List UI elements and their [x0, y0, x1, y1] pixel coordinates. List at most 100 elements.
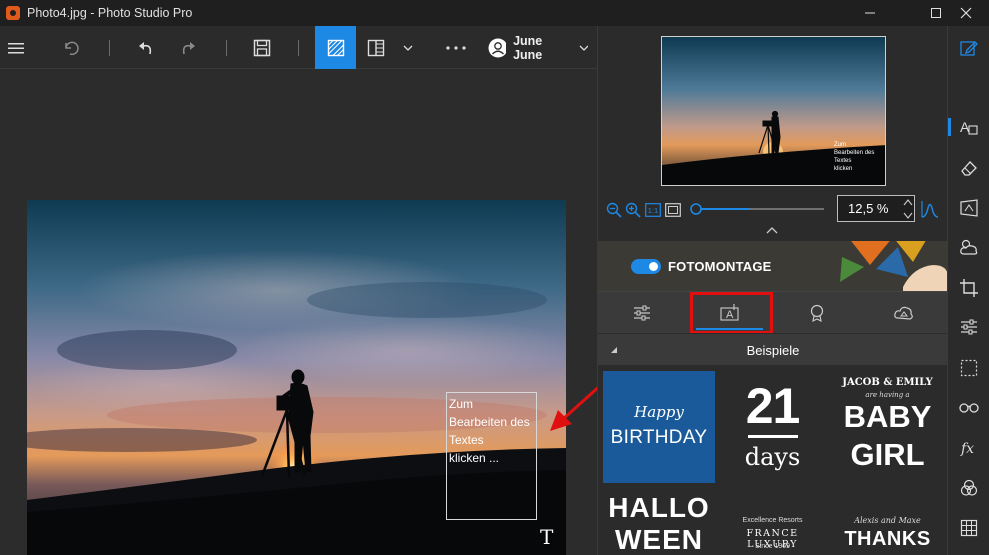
eraser-icon: [961, 161, 977, 176]
menu-button[interactable]: [0, 26, 32, 69]
example-text: are having a: [865, 391, 910, 399]
svg-text:1:1: 1:1: [648, 206, 658, 215]
toolbar-separator: [226, 40, 227, 56]
sliders-icon: [961, 319, 977, 335]
user-account-button[interactable]: June June: [488, 26, 588, 69]
example-thanks[interactable]: Alexis and Maxe THANKS: [830, 486, 945, 555]
sliders-icon: [633, 305, 650, 321]
tab-adjustments[interactable]: [598, 292, 685, 334]
rail-edit[interactable]: [948, 30, 989, 66]
close-icon: [960, 7, 972, 19]
color-circles-icon: [960, 479, 978, 496]
undo-button[interactable]: [130, 26, 162, 69]
fotomontage-toggle[interactable]: [631, 259, 661, 274]
examples-grid: Happy BIRTHDAY 21 days JACOB & EMILY are…: [598, 368, 948, 555]
right-panel: Zum Bearbeiten des Textes klicken 1:1 12…: [597, 26, 948, 555]
view-dropdown-button[interactable]: [398, 26, 418, 69]
view-compare-button[interactable]: [362, 26, 390, 69]
text-line: Zum: [449, 397, 473, 411]
example-text: Alexis and Maxe: [854, 516, 921, 525]
example-text: THANKS: [844, 528, 931, 550]
weather-icon: [960, 239, 978, 255]
preview-text-line: klicken: [834, 166, 853, 172]
zoom-in-icon[interactable]: [625, 202, 641, 218]
redo-button[interactable]: [172, 26, 204, 69]
crop-icon: [960, 279, 978, 297]
rail-glasses[interactable]: [948, 390, 989, 426]
text-cursor-icon: T: [540, 525, 554, 549]
collapse-chevron-up-icon[interactable]: [766, 226, 778, 234]
example-text: BABY: [843, 399, 932, 434]
title-bar: Photo4.jpg - Photo Studio Pro: [0, 0, 989, 26]
canvas-area[interactable]: Zum Bearbeiten des Textes klicken ... T: [0, 70, 597, 555]
rail-adjust[interactable]: [948, 309, 989, 345]
hatched-square-icon: [327, 39, 344, 56]
text-box-content[interactable]: Zum Bearbeiten des Textes klicken ...: [449, 395, 539, 467]
edit-note-icon: [960, 41, 978, 56]
view-single-button[interactable]: [315, 26, 356, 69]
example-halloween[interactable]: HALLO WEEN: [603, 486, 715, 555]
perspective-icon: [960, 199, 978, 217]
minimize-button[interactable]: [847, 0, 893, 26]
rail-crop[interactable]: [948, 270, 989, 306]
examples-header[interactable]: Beispiele: [598, 333, 948, 365]
example-france-luxury[interactable]: Excellence Resorts FRANCE LUXURY Since 1…: [720, 486, 825, 555]
example-baby-girl[interactable]: JACOB & EMILY are having a BABY GIRL: [830, 371, 945, 483]
example-text: Happy: [634, 403, 684, 421]
rail-perspective[interactable]: [948, 190, 989, 226]
text-shapes-icon: A: [960, 119, 978, 135]
grid-texture-icon: [960, 519, 978, 537]
example-text: Excellence Resorts: [742, 517, 803, 524]
zoom-slider[interactable]: [688, 202, 828, 216]
text-line: Bearbeiten des: [449, 415, 530, 429]
undo-icon: [139, 41, 152, 54]
user-avatar-icon: [488, 38, 507, 57]
rail-selection[interactable]: [948, 350, 989, 386]
preview-text: Zum Bearbeiten des Textes klicken: [834, 141, 874, 173]
tab-badge[interactable]: [773, 292, 860, 334]
rail-text-tool[interactable]: A: [948, 109, 989, 145]
example-text: HALLO: [608, 492, 710, 523]
tool-rail: A fx: [947, 26, 989, 555]
text-box-selection[interactable]: Zum Bearbeiten des Textes klicken ...: [446, 392, 537, 520]
chevron-down-icon: [403, 45, 413, 51]
divider: [748, 435, 798, 438]
hamburger-icon: [8, 42, 24, 53]
histogram-icon[interactable]: [921, 200, 939, 218]
example-text: WEEN: [615, 524, 703, 555]
example-text: BIRTHDAY: [610, 427, 708, 448]
rail-weather[interactable]: [948, 229, 989, 265]
zoom-out-icon[interactable]: [606, 202, 622, 218]
main-toolbar: June June: [0, 26, 597, 69]
rail-texture[interactable]: [948, 510, 989, 546]
close-button[interactable]: [943, 0, 989, 26]
fit-screen-icon[interactable]: [665, 203, 681, 217]
fotomontage-banner[interactable]: FOTOMONTAGE: [598, 241, 948, 291]
rail-color[interactable]: [948, 470, 989, 506]
undo-all-button[interactable]: [56, 26, 88, 69]
toolbar-separator: [109, 40, 110, 56]
glasses-icon: [959, 403, 979, 413]
undo-all-icon: [65, 41, 79, 55]
zoom-spinner-icon[interactable]: [903, 197, 913, 221]
app-window: Photo4.jpg - Photo Studio Pro June June …: [0, 0, 989, 555]
navigator-preview[interactable]: Zum Bearbeiten des Textes klicken: [661, 36, 886, 186]
save-button[interactable]: [246, 26, 278, 69]
marquee-selection-icon: [960, 359, 978, 377]
example-text: Since 1969: [754, 543, 791, 550]
chevron-down-icon: [579, 45, 588, 51]
tab-shapes[interactable]: [860, 292, 947, 334]
rail-eraser[interactable]: [948, 150, 989, 186]
example-21-days[interactable]: 21 days: [720, 371, 825, 483]
more-options-button[interactable]: [440, 26, 472, 69]
preview-text-line: Bearbeiten des: [834, 150, 875, 156]
example-happy-birthday[interactable]: Happy BIRTHDAY: [603, 371, 715, 483]
rail-effects[interactable]: fx: [948, 430, 989, 466]
split-view-icon: [367, 39, 385, 56]
actual-size-icon[interactable]: 1:1: [645, 203, 661, 217]
example-text: 21: [745, 378, 801, 434]
fotomontage-label: FOTOMONTAGE: [668, 259, 772, 274]
cloud-shapes-icon: [893, 306, 913, 320]
minimize-icon: [865, 12, 875, 14]
tangram-pieces-image: [840, 241, 948, 291]
